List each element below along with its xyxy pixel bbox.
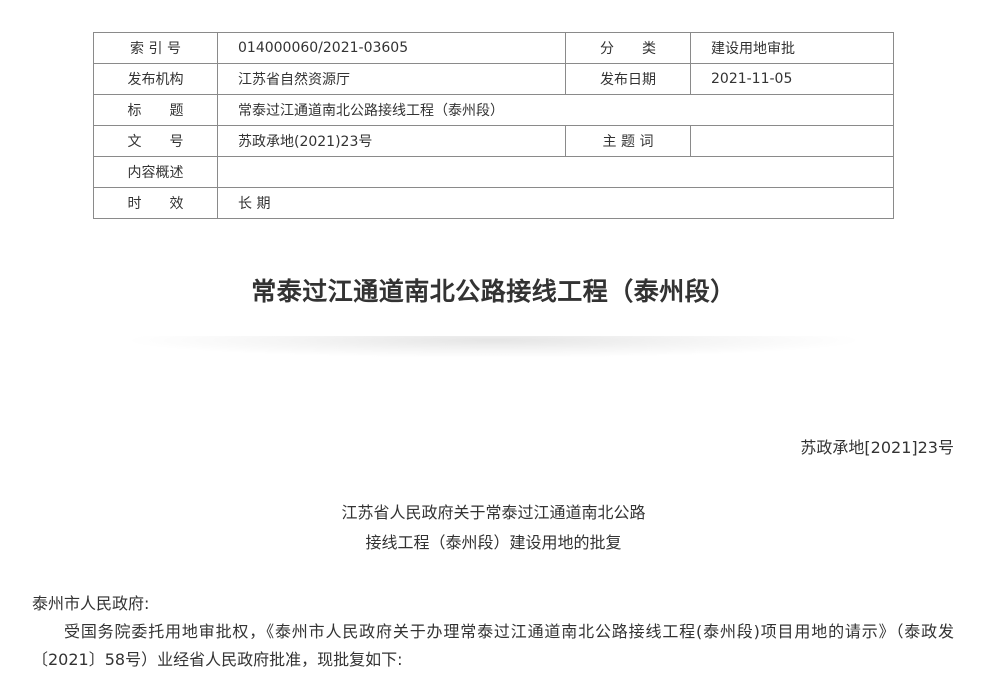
index-number-label: 索 引 号 (93, 32, 218, 64)
publish-date-value: 2021-11-05 (690, 63, 894, 95)
body-paragraph: 受国务院委托用地审批权，《泰州市人民政府关于办理常泰过江通道南北公路接线工程(泰… (32, 622, 954, 669)
reply-heading: 江苏省人民政府关于常泰过江通道南北公路 接线工程（泰州段）建设用地的批复 (0, 498, 987, 558)
keywords-value (690, 125, 894, 157)
table-row: 内容概述 (93, 156, 894, 188)
page-title: 常泰过江通道南北公路接线工程（泰州段） (251, 277, 736, 306)
validity-value: 长 期 (217, 187, 894, 219)
addressee: 泰州市人民政府: (32, 594, 150, 613)
publisher-value: 江苏省自然资源厅 (217, 63, 566, 95)
title-value: 常泰过江通道南北公路接线工程（泰州段） (217, 94, 894, 126)
summary-value (217, 156, 894, 188)
publish-date-label: 发布日期 (565, 63, 691, 95)
index-number-value: 014000060/2021-03605 (217, 32, 566, 64)
title-divider-shadow (120, 336, 867, 358)
title-label: 标 题 (93, 94, 218, 126)
table-row: 时 效 长 期 (93, 187, 894, 219)
reply-heading-line2: 接线工程（泰州段）建设用地的批复 (365, 533, 622, 552)
summary-label: 内容概述 (93, 156, 218, 188)
category-value: 建设用地审批 (690, 32, 894, 64)
validity-label: 时 效 (93, 187, 218, 219)
table-row: 索 引 号 014000060/2021-03605 分 类 建设用地审批 (93, 32, 894, 64)
keywords-label: 主 题 词 (565, 125, 691, 157)
reply-heading-line1: 江苏省人民政府关于常泰过江通道南北公路 (341, 503, 646, 522)
doc-number-label: 文 号 (93, 125, 218, 157)
table-row: 发布机构 江苏省自然资源厅 发布日期 2021-11-05 (93, 63, 894, 95)
publisher-label: 发布机构 (93, 63, 218, 95)
metadata-table: 索 引 号 014000060/2021-03605 分 类 建设用地审批 发布… (93, 32, 894, 219)
document-number: 苏政承地[2021]23号 (800, 438, 954, 457)
doc-number-value: 苏政承地(2021)23号 (217, 125, 566, 157)
table-row: 文 号 苏政承地(2021)23号 主 题 词 (93, 125, 894, 157)
category-label: 分 类 (565, 32, 691, 64)
table-row: 标 题 常泰过江通道南北公路接线工程（泰州段） (93, 94, 894, 126)
